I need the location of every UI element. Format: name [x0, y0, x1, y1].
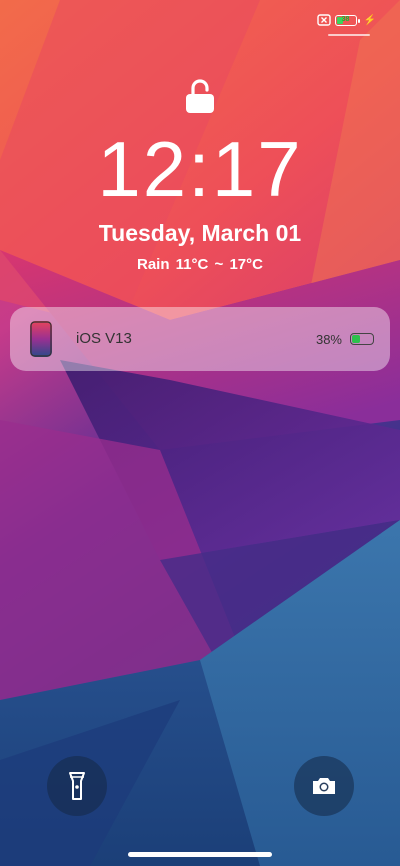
weather-summary: Rain 11°C ~ 17°C [137, 256, 263, 273]
unlocked-padlock-icon[interactable] [184, 78, 216, 114]
no-sim-icon [316, 14, 331, 26]
notification-battery-icon [350, 333, 374, 345]
lock-screen-date: Tuesday, March 01 [98, 220, 302, 246]
status-bar: 38 ⚡ [316, 14, 376, 26]
charging-bolt-icon: ⚡ [363, 14, 376, 26]
notification-title: iOS V13 [76, 330, 132, 347]
status-battery-icon: 38 [334, 14, 360, 26]
flashlight-button[interactable] [47, 756, 107, 816]
flashlight-icon [69, 772, 85, 800]
battery-notification[interactable]: iOS V13 38% [10, 307, 390, 371]
home-indicator[interactable] [128, 852, 272, 857]
lock-screen-clock: 12:17 [97, 125, 303, 213]
camera-icon [313, 778, 335, 794]
camera-button[interactable] [294, 756, 354, 816]
phone-thumbnail-icon [30, 321, 52, 357]
status-battery-percent: 38 [341, 15, 350, 23]
notification-battery-percent: 38% [315, 332, 342, 347]
control-center-indicator[interactable] [328, 34, 370, 36]
